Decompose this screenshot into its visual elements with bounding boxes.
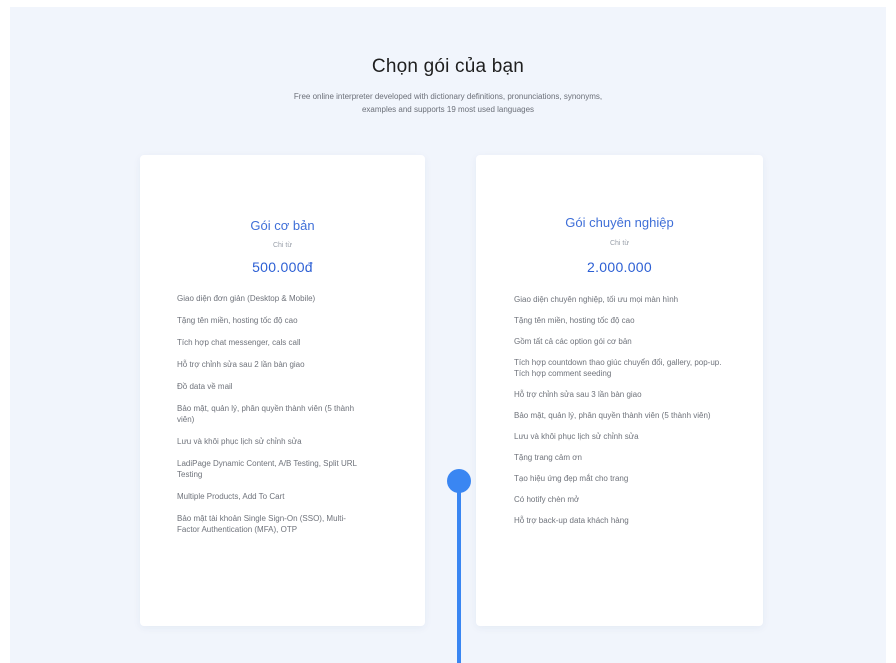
feature-item: Giao diện đơn giản (Desktop & Mobile) bbox=[177, 294, 316, 303]
feature-item: Multiple Products, Add To Cart bbox=[177, 492, 285, 501]
feature-item: Giao diện chuyên nghiệp, tối ưu mọi màn … bbox=[514, 295, 679, 304]
feature-item: Hỗ trợ chỉnh sửa sau 2 lần bàn giao bbox=[177, 360, 305, 369]
feature-item: Tặng tên miền, hosting tốc độ cao bbox=[177, 316, 298, 325]
feature-item: Tặng trang cảm ơn bbox=[514, 453, 582, 462]
feature-item: Tích hợp countdown thao giúc chuyển đổi,… bbox=[514, 358, 722, 378]
feature-item: Tạo hiệu ứng đẹp mắt cho trang bbox=[514, 474, 629, 483]
plan-price: 2.000.000 bbox=[587, 259, 652, 275]
plan-name: Gói cơ bản bbox=[250, 218, 315, 233]
plan-price: 500.000đ bbox=[252, 259, 313, 275]
feature-item: Tích hợp chat messenger, cals call bbox=[177, 338, 301, 347]
feature-item: Gồm tất cả các option gói cơ bản bbox=[514, 337, 632, 346]
feature-item: Hỗ trợ chỉnh sửa sau 3 lần bàn giao bbox=[514, 390, 642, 399]
plan-card-pro[interactable]: Gói chuyên nghiệp Chi từ 2.000.000 Giao … bbox=[476, 155, 763, 626]
timeline-dot[interactable] bbox=[447, 469, 471, 493]
page-subtitle: Free online interpreter developed with d… bbox=[293, 92, 603, 114]
feature-item: Có hotify chèn mở bbox=[514, 495, 580, 504]
feature-item: LadiPage Dynamic Content, A/B Testing, S… bbox=[177, 459, 357, 479]
feature-list: Giao diện chuyên nghiệp, tối ưu mọi màn … bbox=[514, 294, 729, 526]
page-title: Chọn gói của bạn bbox=[371, 56, 525, 77]
feature-item: Đồ data về mail bbox=[177, 382, 233, 391]
plan-name: Gói chuyên nghiệp bbox=[565, 215, 674, 230]
plan-price-unit: Chi từ bbox=[272, 242, 293, 249]
feature-item: Bảo mật, quản lý, phân quyền thành viên … bbox=[514, 411, 711, 420]
feature-item: Bảo mật tài khoản Single Sign-On (SSO), … bbox=[177, 514, 346, 534]
feature-item: Tặng tên miền, hosting tốc độ cao bbox=[514, 316, 635, 325]
feature-item: Lưu và khôi phục lịch sử chỉnh sửa bbox=[177, 437, 302, 446]
plan-price-unit: Chi từ bbox=[609, 240, 630, 247]
feature-item: Hỗ trợ back-up data khách hàng bbox=[514, 516, 629, 525]
plan-card-basic[interactable]: Gói cơ bản Chi từ 500.000đ Giao diện đơn… bbox=[140, 155, 425, 626]
timeline-line bbox=[457, 486, 461, 663]
feature-item: Lưu và khôi phục lịch sử chỉnh sửa bbox=[514, 432, 639, 441]
feature-list: Giao diện đơn giản (Desktop & Mobile) Tặ… bbox=[177, 293, 367, 535]
feature-item: Bảo mật, quản lý, phân quyền thành viên … bbox=[177, 404, 355, 424]
